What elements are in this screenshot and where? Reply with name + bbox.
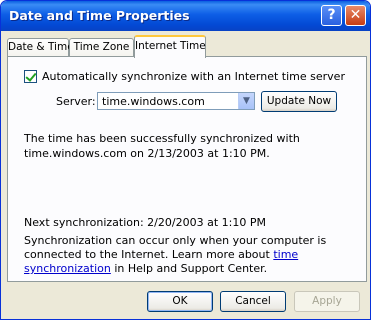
tab-time-zone[interactable]: Time Zone bbox=[69, 38, 134, 57]
tab-strip: Date & Time Time Zone Internet Time bbox=[7, 35, 367, 58]
tab-date-and-time[interactable]: Date & Time bbox=[7, 38, 74, 57]
window-title: Date and Time Properties bbox=[9, 8, 190, 23]
info-text-after: in Help and Support Center. bbox=[110, 262, 268, 275]
date-time-properties-dialog: Date and Time Properties ? ✕ Date & Time… bbox=[0, 0, 371, 320]
close-button[interactable]: ✕ bbox=[345, 5, 366, 26]
chevron-down-icon[interactable]: ▼ bbox=[238, 93, 254, 109]
auto-sync-label: Automatically synchronize with an Intern… bbox=[42, 70, 345, 83]
next-sync-text: Next synchronization: 2/20/2003 at 1:10 … bbox=[24, 216, 266, 229]
internet-time-panel: Automatically synchronize with an Intern… bbox=[7, 56, 367, 282]
help-button[interactable]: ? bbox=[321, 5, 342, 26]
apply-button[interactable]: Apply bbox=[294, 291, 360, 312]
auto-sync-option[interactable]: Automatically synchronize with an Intern… bbox=[24, 70, 345, 83]
ok-button[interactable]: OK bbox=[147, 291, 213, 312]
update-now-button[interactable]: Update Now bbox=[261, 91, 337, 112]
tab-internet-time[interactable]: Internet Time bbox=[134, 35, 206, 58]
server-value: time.windows.com bbox=[102, 95, 205, 108]
cancel-button[interactable]: Cancel bbox=[220, 291, 286, 312]
title-bar[interactable]: Date and Time Properties ? ✕ bbox=[1, 1, 370, 31]
server-select[interactable]: time.windows.com ▼ bbox=[97, 92, 255, 110]
sync-info-text: Synchronization can occur only when your… bbox=[24, 234, 359, 276]
server-label: Server: bbox=[56, 95, 96, 108]
sync-status-text: The time has been successfully synchroni… bbox=[24, 132, 300, 160]
auto-sync-checkbox[interactable] bbox=[24, 70, 37, 83]
